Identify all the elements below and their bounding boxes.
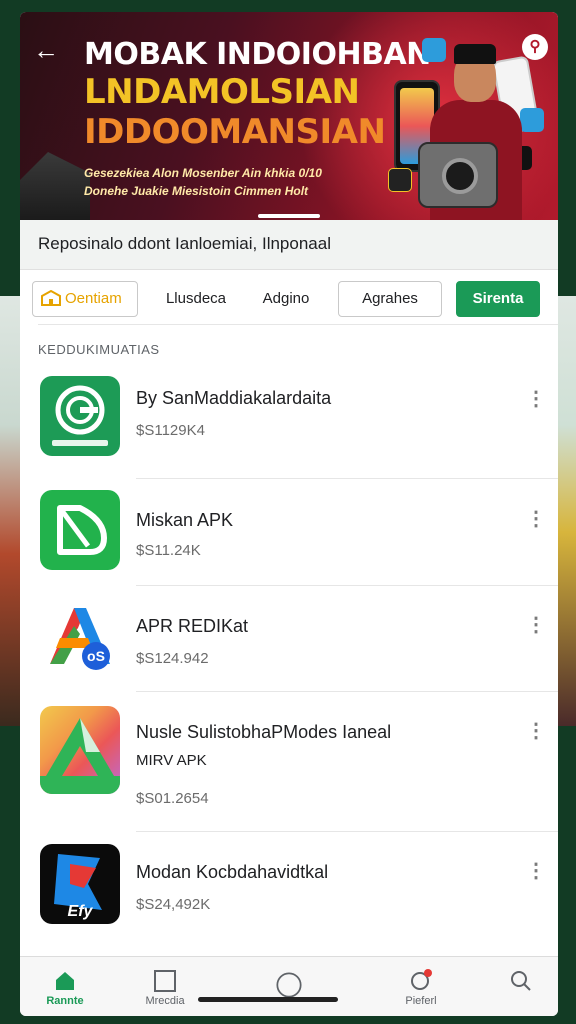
home-filter-label: Oentiam bbox=[65, 290, 122, 307]
back-arrow-icon[interactable]: ← bbox=[32, 36, 60, 64]
app-size: $S11.24K bbox=[136, 542, 201, 559]
green-d-icon bbox=[40, 490, 120, 570]
bottom-navigation: Rannte Mrecdia Pieferl bbox=[20, 956, 558, 1016]
nav-label: Rannte bbox=[46, 995, 84, 1007]
home-filter-chip[interactable]: Oentiam bbox=[32, 281, 138, 317]
svg-text:oS: oS bbox=[87, 648, 105, 664]
filter-chip-3[interactable]: Agrahes bbox=[338, 281, 442, 317]
brand-g-icon bbox=[40, 376, 120, 456]
app-size: $S124.942 bbox=[136, 650, 209, 667]
nav-media[interactable]: Mrecdia bbox=[120, 957, 210, 1016]
more-options-icon[interactable]: ⋮ bbox=[526, 388, 546, 410]
list-item[interactable]: oS APR REDIKat $S124.942 ⋮ bbox=[20, 586, 558, 692]
backdrop-left bbox=[0, 296, 20, 726]
multicolor-a-icon: oS bbox=[40, 598, 120, 678]
home-icon bbox=[56, 972, 74, 990]
circle-icon bbox=[276, 972, 302, 998]
search-icon bbox=[511, 971, 531, 991]
filter-bar: Oentiam Llusdeca Adgino Agrahes Sirenta bbox=[20, 270, 558, 328]
promo-banner: ← MOBAK INDOIOHBAN LNDAMOLSIAN IDDOOMANS… bbox=[20, 12, 558, 220]
headline-line-1: MOBAK INDOIOHBAN bbox=[84, 37, 431, 72]
banner-headline: MOBAK INDOIOHBAN LNDAMOLSIAN IDDOOMANSIA… bbox=[84, 37, 431, 153]
banner-subline: Gesezekiea Alon Mosenber Ain khkia 0/10 … bbox=[84, 166, 322, 198]
square-icon bbox=[154, 970, 176, 992]
nav-home[interactable]: Rannte bbox=[20, 957, 110, 1016]
app-name: Miskan APK bbox=[136, 510, 234, 530]
colorful-a-icon bbox=[40, 706, 120, 794]
banner-page-indicator bbox=[258, 214, 320, 218]
app-sheet: ← MOBAK INDOIOHBAN LNDAMOLSIAN IDDOOMANS… bbox=[20, 12, 558, 1016]
list-item[interactable]: By SanMaddiakalardaita $S1129K4 ⋮ bbox=[20, 374, 558, 479]
breadcrumb: Reposinalo ddont Ianloemiai, Ilnponaal bbox=[38, 234, 331, 253]
headline-line-3: IDDOOMANSIAN bbox=[84, 112, 386, 152]
more-options-icon[interactable]: ⋮ bbox=[526, 860, 546, 882]
nav-home-button[interactable] bbox=[244, 957, 334, 1016]
list-item[interactable]: Nusle SulistobhaPModes Ianeal MIRV APK $… bbox=[20, 692, 558, 832]
app-size: $S01.2654 bbox=[136, 790, 209, 807]
more-options-icon[interactable]: ⋮ bbox=[526, 508, 546, 530]
headline-line-2: LNDAMOLSIAN bbox=[84, 72, 360, 112]
nav-profile[interactable]: Pieferl bbox=[376, 957, 466, 1016]
nav-label: Mrecdia bbox=[145, 995, 185, 1007]
temple-graphic bbox=[20, 152, 90, 220]
notification-icon bbox=[411, 969, 432, 990]
storefront-icon bbox=[41, 290, 61, 306]
flag-e-icon: Efy bbox=[40, 844, 120, 924]
more-options-icon[interactable]: ⋮ bbox=[526, 720, 546, 742]
nav-search[interactable] bbox=[476, 957, 558, 1016]
app-name: By SanMaddiakalardaita bbox=[136, 388, 332, 408]
app-size: $S1129K4 bbox=[136, 422, 205, 439]
svg-text:Efy: Efy bbox=[68, 903, 94, 920]
backdrop-right bbox=[556, 296, 576, 726]
list-item[interactable]: Miskan APK $S11.24K ⋮ bbox=[20, 478, 558, 586]
nav-label: Pieferl bbox=[405, 995, 437, 1007]
app-name: APR REDIKat bbox=[136, 616, 249, 636]
app-subtitle: MIRV APK bbox=[136, 752, 207, 769]
filter-chip-2[interactable]: Adgino bbox=[246, 281, 326, 317]
section-title: KEDDUKIMUATIAS bbox=[38, 342, 160, 357]
search-icon[interactable]: ⚲ bbox=[522, 34, 548, 60]
home-indicator[interactable] bbox=[198, 997, 338, 1002]
app-name: Nusle SulistobhaPModes Ianeal bbox=[136, 722, 392, 742]
primary-filter-button[interactable]: Sirenta bbox=[456, 281, 540, 317]
list-item[interactable]: Efy Modan Kocbdahavidtkal $S24,492K ⋮ bbox=[20, 832, 558, 944]
filter-chip-1[interactable]: Llusdeca bbox=[150, 281, 242, 317]
app-chip-icon bbox=[388, 168, 412, 192]
more-options-icon[interactable]: ⋮ bbox=[526, 614, 546, 636]
camera-graphic bbox=[418, 142, 498, 208]
app-name: Modan Kocbdahavidtkal bbox=[136, 862, 329, 882]
breadcrumb-bar: Reposinalo ddont Ianloemiai, Ilnponaal bbox=[20, 220, 558, 270]
divider bbox=[38, 324, 558, 325]
app-size: $S24,492K bbox=[136, 896, 211, 913]
